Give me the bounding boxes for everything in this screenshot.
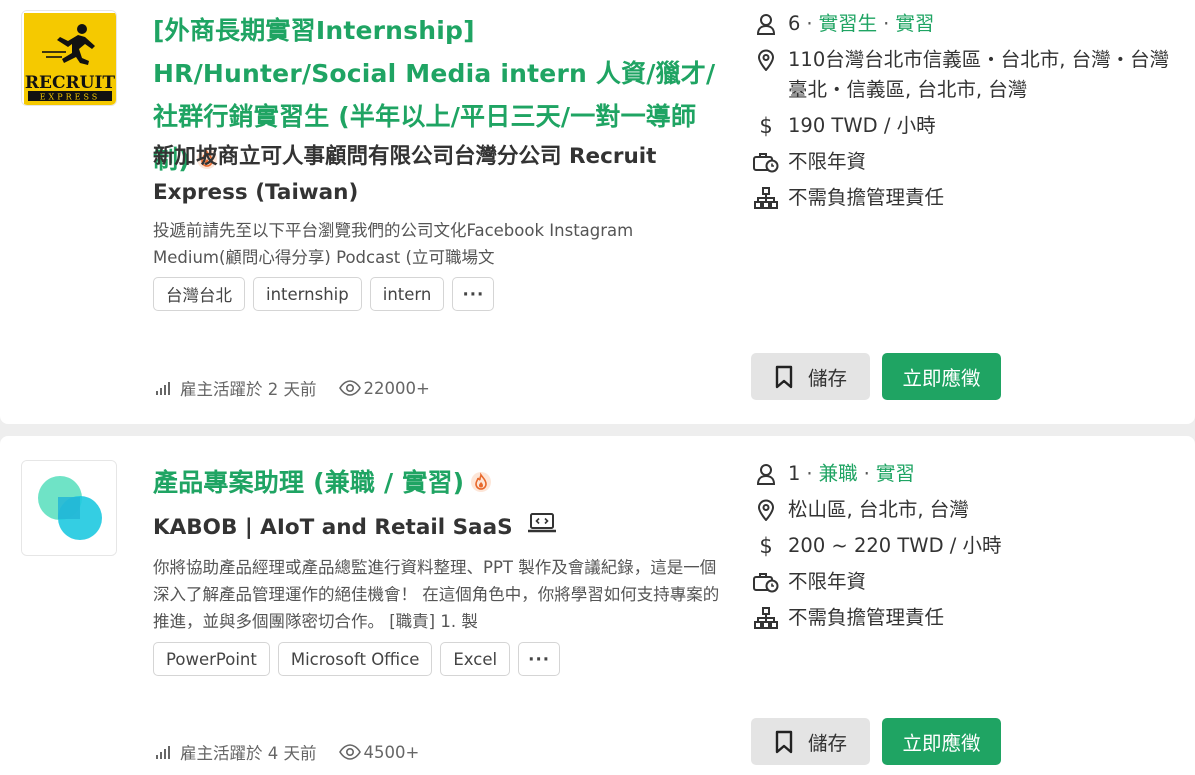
tag[interactable]: 台灣台北 <box>153 277 245 311</box>
management-row: 不需負擔管理責任 <box>752 603 1182 633</box>
job-card[interactable]: 產品專案助理 (兼職 / 實習) KABOB | AIoT and Retail… <box>0 436 1195 775</box>
openings-row: 6 · 實習生 · 實習 <box>752 9 1182 39</box>
eye-icon <box>338 744 361 760</box>
signal-bars-icon <box>156 382 170 395</box>
tag-list: PowerPoint Microsoft Office Excel ··· <box>153 642 561 676</box>
person-icon <box>752 9 780 39</box>
salary-row: $ 200 ~ 220 TWD / 小時 <box>752 531 1182 561</box>
employer-activity: 雇主活躍於 4 天前 <box>180 744 317 763</box>
save-button[interactable]: 儲存 <box>751 353 870 400</box>
view-count-value: 4500+ <box>363 742 420 762</box>
tag[interactable]: intern <box>369 277 445 311</box>
employer-activity: 雇主活躍於 2 天前 <box>180 380 317 399</box>
more-tags-button[interactable]: ··· <box>518 642 561 676</box>
company-logo[interactable] <box>21 460 117 556</box>
fire-icon <box>470 463 492 506</box>
svg-text:EXPRESS: EXPRESS <box>40 93 101 102</box>
bookmark-icon <box>775 730 793 753</box>
signal-bars-icon <box>156 746 170 759</box>
job-description: 投遞前請先至以下平台瀏覽我們的公司文化Facebook Instagram Me… <box>153 221 634 267</box>
openings-count: 1 <box>788 462 801 485</box>
location-text: 110台灣台北市信義區・台北市, 台灣・台灣臺北・信義區, 台北市, 台灣 <box>788 48 1170 101</box>
tag[interactable]: PowerPoint <box>153 642 270 676</box>
management-row: 不需負擔管理責任 <box>752 183 1182 213</box>
salary-row: $ 190 TWD / 小時 <box>752 111 1182 141</box>
openings-count: 6 <box>788 12 801 35</box>
openings-row: 1 · 兼職 · 實習 <box>752 459 1182 489</box>
job-description: 你將協助產品經理或產品總監進行資料整理、PPT 製作及會議紀錄，這是一個深入了解… <box>153 558 720 631</box>
activity-info: 雇主活躍於 4 天前 4500+ <box>155 740 419 764</box>
view-count: 4500+ <box>338 742 420 762</box>
org-chart-icon <box>752 183 780 213</box>
management-text: 不需負擔管理責任 <box>788 606 945 629</box>
location-row: 110台灣台北市信義區・台北市, 台灣・台灣臺北・信義區, 台北市, 台灣 <box>752 45 1182 105</box>
tag-list: 台灣台北 internship intern ··· <box>153 277 495 311</box>
tag[interactable]: Microsoft Office <box>277 642 433 676</box>
save-button[interactable]: 儲存 <box>751 718 870 765</box>
laptop-code-icon <box>527 510 557 546</box>
svg-text:RECRUIT: RECRUIT <box>25 73 116 93</box>
company-name[interactable]: 新加坡商立可人事顧問有限公司台灣分公司 Recruit Express (Tai… <box>153 139 723 211</box>
dollar-icon: $ <box>759 114 773 138</box>
save-button-label: 儲存 <box>807 367 847 390</box>
more-tags-button[interactable]: ··· <box>452 277 495 311</box>
job-type-link[interactable]: 實習生 <box>819 12 878 35</box>
view-count-value: 22000+ <box>363 378 430 398</box>
activity-info: 雇主活躍於 2 天前 22000+ <box>155 376 430 400</box>
apply-button[interactable]: 立即應徵 <box>882 718 1001 765</box>
experience-text: 不限年資 <box>788 570 867 593</box>
job-title-text[interactable]: 產品專案助理 (兼職 / 實習) <box>153 468 464 497</box>
tag[interactable]: internship <box>253 277 362 311</box>
tag[interactable]: Excel <box>440 642 511 676</box>
experience-row: 不限年資 <box>752 567 1182 597</box>
salary-text: 190 TWD / 小時 <box>788 114 936 137</box>
briefcase-clock-icon <box>752 567 780 597</box>
eye-icon <box>338 380 361 396</box>
apply-button[interactable]: 立即應徵 <box>882 353 1001 400</box>
location-pin-icon <box>752 495 780 525</box>
org-chart-icon <box>752 603 780 633</box>
job-type-link[interactable]: 實習 <box>876 462 915 485</box>
view-count: 22000+ <box>338 378 430 398</box>
person-icon <box>752 459 780 489</box>
location-row: 松山區, 台北市, 台灣 <box>752 495 1182 525</box>
job-title[interactable]: 產品專案助理 (兼職 / 實習) <box>153 461 723 506</box>
bookmark-icon <box>775 365 793 388</box>
briefcase-clock-icon <box>752 147 780 177</box>
dollar-icon: $ <box>759 534 773 558</box>
salary-text: 200 ~ 220 TWD / 小時 <box>788 534 1002 557</box>
job-type-link[interactable]: 兼職 <box>819 462 858 485</box>
company-logo[interactable]: RECRUIT EXPRESS <box>21 10 117 106</box>
company-name[interactable]: KABOB | AIoT and Retail SaaS <box>153 510 723 546</box>
experience-row: 不限年資 <box>752 147 1182 177</box>
job-card[interactable]: RECRUIT EXPRESS [外商長期實習Internship] HR/Hu… <box>0 0 1195 424</box>
company-name-text[interactable]: KABOB | AIoT and Retail SaaS <box>153 510 513 546</box>
save-button-label: 儲存 <box>807 732 847 755</box>
job-type-link[interactable]: 實習 <box>895 12 934 35</box>
recruit-express-logo-image: RECRUIT EXPRESS <box>22 11 116 105</box>
management-text: 不需負擔管理責任 <box>788 186 945 209</box>
job-meta: 1 · 兼職 · 實習 松山區, 台北市, 台灣 $ 200 ~ 220 TWD / 小… <box>752 459 1182 639</box>
job-meta: 6 · 實習生 · 實習 110台灣台北市信義區・台北市, 台灣・台灣臺北・信義區, 台… <box>752 9 1182 219</box>
location-pin-icon <box>752 45 780 75</box>
location-text: 松山區, 台北市, 台灣 <box>788 498 969 521</box>
kabob-logo-image <box>22 461 116 555</box>
experience-text: 不限年資 <box>788 150 867 173</box>
